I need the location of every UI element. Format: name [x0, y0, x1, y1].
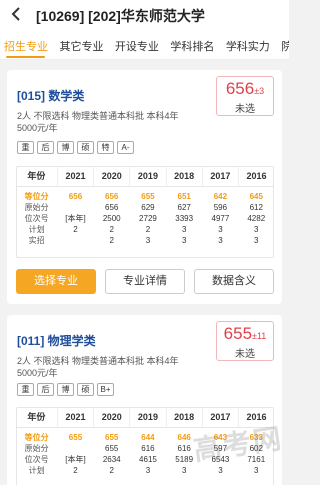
- tuition: 5000元/年: [17, 368, 58, 378]
- major-name[interactable]: [011] 物理学类: [17, 332, 96, 349]
- table-row: 等位分 656 656 655 651 642 645: [24, 191, 263, 201]
- tuition: 5000元/年: [17, 123, 58, 133]
- score-badge[interactable]: 656±3 未选: [216, 76, 274, 116]
- tab-school-overview[interactable]: 院校实: [277, 30, 289, 59]
- page-title: [10269] [202]华东师范大学: [36, 8, 205, 24]
- data-meaning-button[interactable]: 数据含义: [194, 269, 274, 294]
- table-row: 位次号 [本年] 2500 2729 3393 4977 4282: [24, 213, 266, 223]
- table-header: 年份 2021 2020 2019 2018 2017 2016: [16, 166, 274, 187]
- tag: 重: [17, 141, 34, 154]
- tag: 后: [37, 141, 54, 154]
- tag: 硕: [77, 383, 94, 396]
- top-bar: [10269] [202]华东师范大学: [0, 0, 289, 30]
- tag-row: 重 后 博 硕 B+: [17, 383, 114, 396]
- table-row: 原始分 656 629 627 596 612: [24, 202, 263, 212]
- score-table: 年份 2021 2020 2019 2018 2017 2016 等位分 656…: [16, 166, 274, 246]
- table-row: 计划 2 2 3 3 3 3: [28, 465, 259, 475]
- table-row: 实招 2 3 3 3 3: [28, 235, 259, 245]
- tag: 博: [57, 383, 74, 396]
- tab-discipline-strength[interactable]: 学科实力: [222, 30, 273, 59]
- tag: 硕: [77, 141, 94, 154]
- tag: 特: [97, 141, 114, 154]
- major-card: [015] 数学类 656±3 未选 2人 不限选科 物理类普通本科批 本科4年…: [7, 70, 282, 304]
- tag: A-: [117, 141, 134, 154]
- score-value: 655±11: [223, 324, 267, 343]
- tag: 博: [57, 141, 74, 154]
- tab-offered-majors[interactable]: 开设专业: [111, 30, 162, 59]
- major-info: 2人 不限选科 物理类普通本科批 本科4年: [17, 111, 179, 121]
- tab-enrollment-majors[interactable]: 招生专业: [0, 30, 51, 59]
- tab-other-majors[interactable]: 其它专业: [55, 30, 106, 59]
- tab-discipline-ranking[interactable]: 学科排名: [166, 30, 217, 59]
- table-row: 计划 2 2 2 3 3 3: [28, 224, 259, 234]
- major-name[interactable]: [015] 数学类: [17, 87, 84, 104]
- major-details-button[interactable]: 专业详情: [105, 269, 185, 294]
- selection-status: 未选: [235, 349, 255, 360]
- select-major-button[interactable]: 选择专业: [16, 269, 96, 294]
- tag: B+: [97, 383, 114, 396]
- tag: 重: [17, 383, 34, 396]
- tab-bar: 招生专业 其它专业 开设专业 学科排名 学科实力 院校实: [0, 30, 289, 60]
- score-value: 656±3: [225, 79, 265, 98]
- selection-status: 未选: [235, 104, 255, 115]
- major-info: 2人 不限选科 物理类普通本科批 本科4年: [17, 356, 179, 366]
- tag: 后: [37, 383, 54, 396]
- tag-row: 重 后 博 硕 特 A-: [17, 141, 134, 154]
- score-badge[interactable]: 655±11 未选: [216, 321, 274, 361]
- arrow-left-icon[interactable]: [8, 5, 26, 23]
